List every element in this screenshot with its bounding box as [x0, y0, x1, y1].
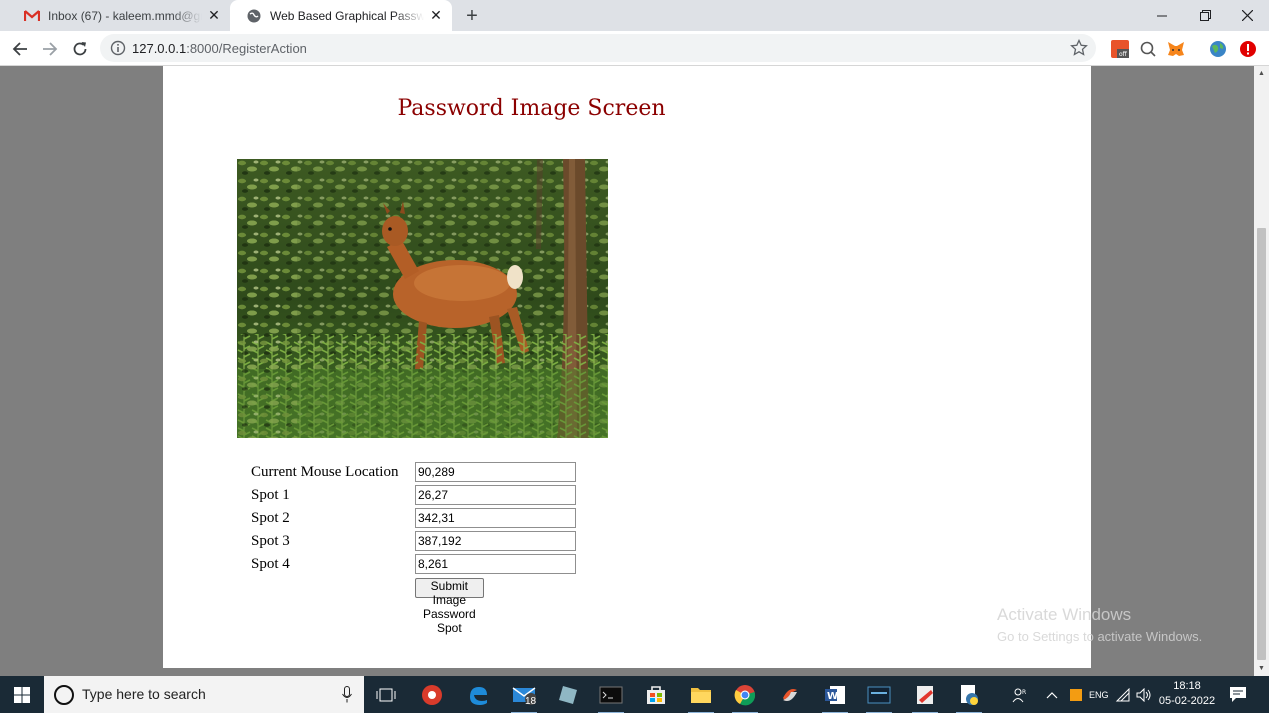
spot-2-field[interactable]: [415, 508, 576, 528]
search-placeholder: Type here to search: [82, 686, 206, 702]
address-bar[interactable]: 127.0.0.1:8000/RegisterAction: [100, 34, 1096, 62]
edge-browser-icon[interactable]: [465, 682, 491, 708]
spot-4-label: Spot 4: [251, 556, 290, 572]
word-icon[interactable]: W: [822, 682, 848, 713]
activate-windows-watermark: Activate Windows Go to Settings to activ…: [997, 605, 1202, 644]
clock-time: 18:18: [1173, 680, 1201, 692]
svg-text:R: R: [1022, 689, 1026, 696]
mail-app-icon[interactable]: 18: [511, 682, 537, 713]
spot-3-row: Spot 3: [251, 531, 611, 553]
metamask-fox-icon[interactable]: [1166, 39, 1186, 59]
back-arrow-icon[interactable]: [8, 37, 32, 61]
svg-text:off: off: [1119, 51, 1128, 58]
spot-1-field[interactable]: [415, 485, 576, 505]
tray-app-icon[interactable]: [1069, 676, 1083, 713]
wifi-icon[interactable]: [1115, 676, 1131, 713]
taskbar-search-box[interactable]: Type here to search: [44, 676, 364, 713]
mail-badge: 18: [525, 696, 537, 707]
restore-icon[interactable]: [1183, 0, 1227, 31]
spot-4-field[interactable]: [415, 554, 576, 574]
spot-3-field[interactable]: [415, 531, 576, 551]
system-clock[interactable]: 18:18 05-02-2022: [1156, 679, 1218, 709]
svg-text:W: W: [827, 691, 838, 702]
clock-date: 05-02-2022: [1158, 695, 1216, 707]
browser-toolbar: 127.0.0.1:8000/RegisterAction off: [0, 31, 1269, 66]
tab-gmail[interactable]: Inbox (67) - kaleem.mmd@gmail.com ✕: [8, 0, 230, 31]
microphone-icon[interactable]: [342, 686, 352, 703]
reload-icon[interactable]: [68, 37, 92, 61]
tab-title: Inbox (67) - kaleem.mmd@gmail.com: [48, 8, 202, 23]
spot-4-row: Spot 4: [251, 554, 611, 576]
url-host: 127.0.0.1: [132, 41, 187, 56]
globe-icon: [246, 8, 262, 24]
windows-taskbar: Type here to search 18 W R ENG 18:18 05-…: [0, 676, 1269, 713]
url-text: 127.0.0.1:8000/RegisterAction: [132, 41, 307, 56]
password-image[interactable]: [237, 159, 608, 438]
language-indicator[interactable]: ENG: [1089, 676, 1109, 713]
close-tab-icon[interactable]: ✕: [428, 7, 444, 24]
windows-start-icon[interactable]: [0, 676, 44, 713]
notes-app-icon[interactable]: [555, 682, 581, 708]
tab-graphical-password[interactable]: Web Based Graphical Password Authenticat…: [230, 0, 452, 31]
cortana-icon[interactable]: [54, 685, 74, 705]
scroll-down-icon[interactable]: ▼: [1257, 664, 1266, 673]
earth-extension-icon[interactable]: [1208, 39, 1228, 59]
pdf-app-icon[interactable]: [912, 682, 938, 713]
vertical-scrollbar[interactable]: ▲ ▼: [1254, 66, 1269, 676]
mouse-location-row: Current Mouse Location: [251, 462, 611, 484]
chrome-icon[interactable]: [732, 682, 758, 713]
content-panel: Password Image Screen Current Mouse Loca…: [163, 66, 1091, 668]
minimize-icon[interactable]: [1140, 0, 1184, 31]
tab-title: Web Based Graphical Password Authenticat…: [270, 8, 424, 23]
new-tab-icon[interactable]: +: [462, 6, 482, 26]
watermark-title: Activate Windows: [997, 605, 1132, 624]
gmail-icon: [24, 8, 40, 24]
task-view-icon[interactable]: [373, 682, 399, 708]
spot-1-row: Spot 1: [251, 485, 611, 507]
extension-off-icon[interactable]: off: [1110, 39, 1130, 59]
mouse-location-label: Current Mouse Location: [251, 464, 399, 480]
search-extension-icon[interactable]: [1138, 39, 1158, 59]
scrollbar-thumb[interactable]: [1257, 228, 1266, 660]
tab-strip: Inbox (67) - kaleem.mmd@gmail.com ✕ Web …: [0, 0, 1269, 31]
people-icon[interactable]: R: [1012, 676, 1028, 713]
mouse-location-field[interactable]: [415, 462, 576, 482]
spot-3-label: Spot 3: [251, 533, 290, 549]
store-icon[interactable]: [643, 682, 669, 708]
spot-1-label: Spot 1: [251, 487, 290, 503]
page-title: Password Image Screen: [397, 96, 666, 121]
console-app-icon[interactable]: [866, 682, 892, 713]
spot-2-row: Spot 2: [251, 508, 611, 530]
submit-password-spot-button[interactable]: Submit Image Password Spot: [415, 578, 484, 635]
app-swirl-icon[interactable]: [777, 682, 803, 708]
file-explorer-icon[interactable]: [688, 682, 714, 713]
forward-arrow-icon[interactable]: [38, 37, 62, 61]
scroll-up-icon[interactable]: ▲: [1257, 69, 1266, 78]
python-file-icon[interactable]: [956, 682, 982, 713]
notification-icon[interactable]: [1228, 684, 1248, 704]
watermark-subtitle: Go to Settings to activate Windows.: [997, 629, 1203, 644]
page-viewport: Password Image Screen Current Mouse Loca…: [0, 66, 1254, 676]
terminal-icon[interactable]: [598, 682, 624, 713]
adblock-icon[interactable]: [1238, 39, 1258, 59]
volume-icon[interactable]: [1136, 676, 1152, 713]
spot-2-label: Spot 2: [251, 510, 290, 526]
close-tab-icon[interactable]: ✕: [206, 7, 222, 24]
language-label: ENG: [1089, 689, 1109, 700]
show-hidden-icons[interactable]: [1046, 676, 1058, 713]
url-path: :8000/RegisterAction: [186, 41, 307, 56]
app-red-icon[interactable]: [419, 682, 445, 708]
info-icon[interactable]: [110, 40, 126, 56]
bookmark-star-icon[interactable]: [1070, 38, 1088, 57]
close-window-icon[interactable]: [1225, 0, 1269, 31]
